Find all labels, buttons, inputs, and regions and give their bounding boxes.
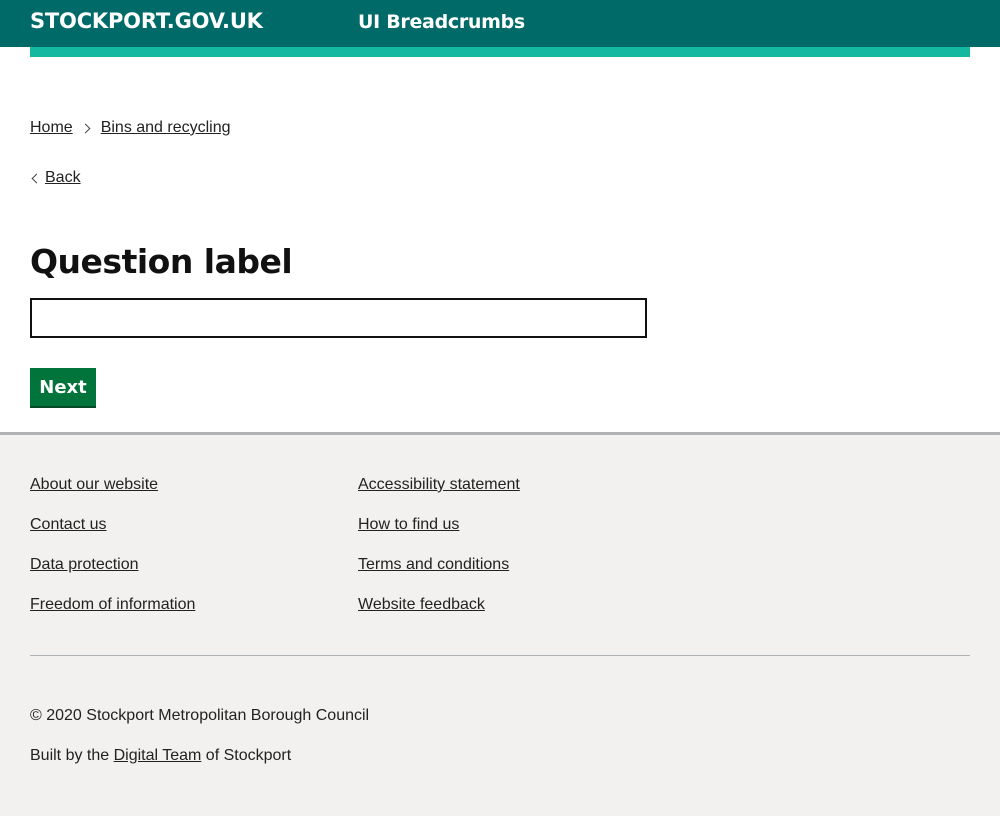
breadcrumb-bins-link[interactable]: Bins and recycling <box>101 119 231 137</box>
footer-link-foi[interactable]: Freedom of information <box>30 595 195 635</box>
built-by-prefix: Built by the <box>30 747 114 764</box>
footer-link-about[interactable]: About our website <box>30 475 195 515</box>
footer-link-terms[interactable]: Terms and conditions <box>358 555 520 595</box>
question-input[interactable] <box>30 298 647 338</box>
main-content: Home Bins and recycling Back Question la… <box>0 47 1000 432</box>
service-name: UI Breadcrumbs <box>358 11 525 33</box>
digital-team-link[interactable]: Digital Team <box>114 747 202 764</box>
chevron-left-icon <box>31 173 42 183</box>
chevron-right-icon <box>80 123 91 133</box>
back-link-container: Back <box>30 169 81 187</box>
back-link[interactable]: Back <box>45 169 81 187</box>
built-by-text: Built by the Digital Team of Stockport <box>30 747 291 765</box>
footer-link-feedback[interactable]: Website feedback <box>358 595 520 635</box>
footer-link-accessibility[interactable]: Accessibility statement <box>358 475 520 515</box>
header-inner: STOCKPORT.GOV.UK UI Breadcrumbs <box>30 0 970 47</box>
question-label: Question label <box>30 242 293 281</box>
footer-link-data-protection[interactable]: Data protection <box>30 555 195 595</box>
built-by-suffix: of Stockport <box>201 747 292 764</box>
breadcrumb: Home Bins and recycling <box>30 119 231 137</box>
breadcrumb-home-link[interactable]: Home <box>30 119 73 137</box>
footer-links-column-1: About our website Contact us Data protec… <box>30 475 195 635</box>
site-logo-link[interactable]: STOCKPORT.GOV.UK <box>30 9 263 33</box>
next-button[interactable]: Next <box>30 368 96 408</box>
site-header: STOCKPORT.GOV.UK UI Breadcrumbs <box>0 0 1000 47</box>
site-footer: About our website Contact us Data protec… <box>0 432 1000 816</box>
footer-link-contact[interactable]: Contact us <box>30 515 195 555</box>
copyright-text: © 2020 Stockport Metropolitan Borough Co… <box>30 707 370 724</box>
footer-links-column-2: Accessibility statement How to find us T… <box>358 475 520 635</box>
footer-link-find-us[interactable]: How to find us <box>358 515 520 555</box>
footer-divider <box>30 655 970 656</box>
